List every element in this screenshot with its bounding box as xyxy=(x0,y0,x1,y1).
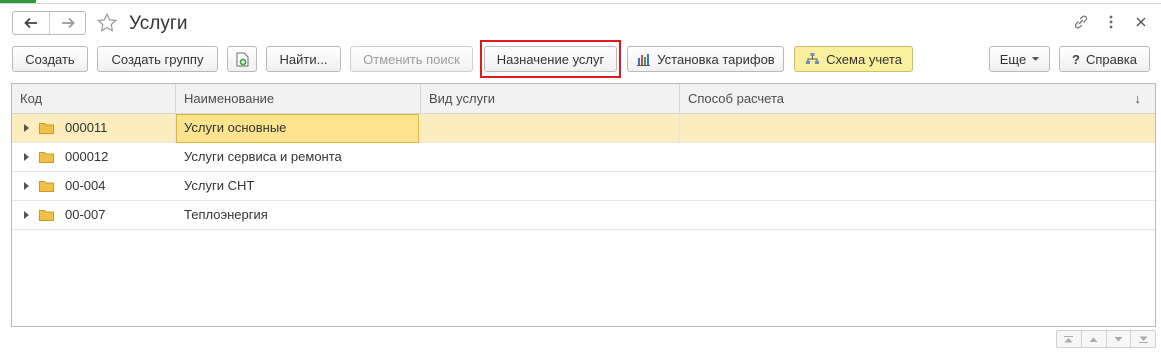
accounting-scheme-button[interactable]: Схема учета xyxy=(794,46,913,72)
column-header-name[interactable]: Наименование xyxy=(176,84,421,113)
help-button[interactable]: ? Справка xyxy=(1059,46,1150,72)
more-button[interactable]: Еще xyxy=(989,46,1050,72)
cancel-search-button-label: Отменить поиск xyxy=(363,51,460,67)
more-vertical-icon xyxy=(1109,15,1113,29)
folder-icon xyxy=(39,123,54,134)
page-title: Услуги xyxy=(129,13,188,34)
folder-icon xyxy=(39,181,54,192)
cell-code: 00-007 xyxy=(65,207,106,222)
cell-code: 000011 xyxy=(57,114,176,143)
navigation-buttons xyxy=(12,11,86,35)
link-button[interactable] xyxy=(1073,14,1089,30)
cancel-search-button[interactable]: Отменить поиск xyxy=(350,46,473,72)
scroll-last-button[interactable] xyxy=(1130,331,1155,347)
table-row[interactable]: 00-007 Теплоэнергия xyxy=(12,201,1155,230)
close-icon xyxy=(1136,17,1146,27)
expand-arrow-icon[interactable] xyxy=(24,153,29,161)
cell-calc-method xyxy=(680,143,1155,172)
folder-icon xyxy=(39,210,54,221)
arrow-left-icon xyxy=(24,17,37,29)
find-button-label: Найти... xyxy=(279,51,328,67)
link-icon xyxy=(1074,15,1088,29)
bar-chart-icon xyxy=(637,54,651,66)
cell-code: 000012 xyxy=(65,149,109,164)
scroll-down-icon xyxy=(1114,336,1123,341)
table-row[interactable]: 00-004 Услуги СНТ xyxy=(12,172,1155,201)
cell-calc-method xyxy=(680,201,1155,230)
more-actions-button[interactable] xyxy=(1103,14,1119,30)
cell-service-type xyxy=(421,201,680,230)
sort-indicator: ↓ xyxy=(1134,91,1142,106)
cell-name[interactable]: Услуги основные xyxy=(176,114,419,143)
top-divider xyxy=(0,3,1161,4)
highlight-frame xyxy=(480,40,621,78)
column-header-code[interactable]: Код xyxy=(12,84,176,113)
cell-service-type xyxy=(421,114,680,143)
set-tariffs-button[interactable]: Установка тарифов xyxy=(627,46,784,72)
create-group-button-label: Создать группу xyxy=(111,51,204,67)
window-controls xyxy=(1073,14,1149,30)
arrow-right-icon xyxy=(61,17,75,29)
chevron-down-icon xyxy=(1032,57,1040,61)
expand-arrow-icon[interactable] xyxy=(24,124,29,132)
more-button-label: Еще xyxy=(999,51,1027,67)
set-tariffs-button-label: Установка тарифов xyxy=(657,51,775,67)
create-button-label: Создать xyxy=(25,51,75,67)
question-icon: ? xyxy=(1072,51,1080,67)
cell-calc-method xyxy=(680,114,1155,143)
forward-button[interactable] xyxy=(49,12,85,34)
table-row[interactable]: 000012 Услуги сервиса и ремонта xyxy=(12,143,1155,172)
cell-name: Услуги сервиса и ремонта xyxy=(184,149,342,164)
scroll-up-button[interactable] xyxy=(1080,331,1106,347)
star-icon xyxy=(96,12,118,32)
cell-service-type xyxy=(421,143,680,172)
scroll-controls xyxy=(1056,330,1156,348)
close-button[interactable] xyxy=(1133,14,1149,30)
cell-name: Теплоэнергия xyxy=(184,207,268,222)
cell-service-type xyxy=(421,172,680,201)
services-table[interactable]: Код Наименование Вид услуги Способ расче… xyxy=(11,83,1156,327)
favorite-button[interactable] xyxy=(96,12,118,34)
cell-name: Услуги СНТ xyxy=(184,178,255,193)
table-row[interactable]: 000011 Услуги основные xyxy=(12,114,1155,143)
accounting-scheme-button-label: Схема учета xyxy=(826,51,902,67)
create-button[interactable]: Создать xyxy=(12,46,88,72)
copy-button[interactable] xyxy=(227,46,257,72)
expand-arrow-icon[interactable] xyxy=(24,182,29,190)
scroll-down-button[interactable] xyxy=(1105,331,1131,347)
column-header-calc-method[interactable]: Способ расчета xyxy=(680,84,1155,113)
find-button[interactable]: Найти... xyxy=(266,46,341,72)
cell-calc-method xyxy=(680,172,1155,201)
back-button[interactable] xyxy=(13,12,49,34)
column-header-service-type[interactable]: Вид услуги xyxy=(421,84,680,113)
folder-icon xyxy=(39,152,54,163)
create-group-button[interactable]: Создать группу xyxy=(97,46,218,72)
scroll-to-bottom-icon xyxy=(1138,336,1148,343)
scroll-first-button[interactable] xyxy=(1057,331,1081,347)
scroll-to-top-icon xyxy=(1064,335,1074,342)
table-header: Код Наименование Вид услуги Способ расче… xyxy=(12,84,1155,114)
expand-arrow-icon[interactable] xyxy=(24,211,29,219)
add-document-icon xyxy=(236,52,248,66)
help-button-label: Справка xyxy=(1085,51,1137,67)
cell-code: 00-004 xyxy=(65,178,106,193)
scroll-up-icon xyxy=(1089,337,1098,342)
hierarchy-icon xyxy=(806,53,820,64)
